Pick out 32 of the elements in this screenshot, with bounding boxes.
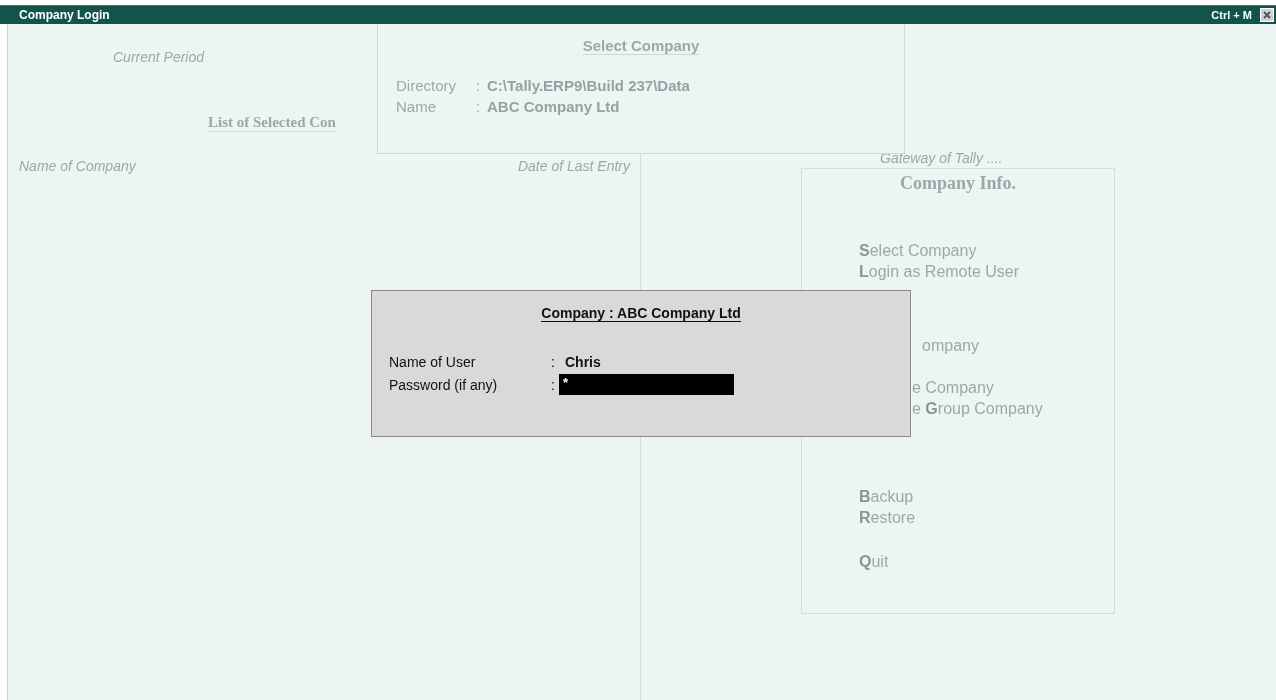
column-heading: Name of Company [19,158,136,174]
panel-title: Select Company [582,37,700,55]
field-label: Directory [396,77,457,94]
menu-item[interactable]: Restore [859,507,916,528]
gateway-title: Gateway of Tally .... [880,150,1003,166]
colon: : [476,77,481,94]
window-title: Company Login [19,8,110,22]
colon: : [551,354,556,370]
menu-item[interactable]: Quit [859,551,889,572]
field-label: Name [396,98,437,115]
menu-item[interactable]: e Company [912,377,994,398]
field-value: C:\Tally.ERP9\Build 237\Data [487,77,690,94]
list-heading: List of Selected Con [208,114,336,132]
menu-item[interactable]: Login as Remote User [859,261,1020,282]
colon: : [551,376,556,393]
menu-item[interactable]: ompany [922,335,979,356]
field-label: Name of User [389,354,477,370]
close-button[interactable] [1260,8,1274,22]
column-heading: Date of Last Entry [517,158,630,174]
menu-item[interactable]: Select Company [859,240,977,261]
colon: : [476,98,481,115]
menu-item[interactable]: Backup [859,486,914,507]
current-period-label: Current Period [113,49,206,65]
dialog-title: Company : ABC Company Ltd [541,305,741,322]
user-name-value: Chris [565,354,601,370]
close-icon [1262,10,1272,20]
field-value: ABC Company Ltd [487,98,620,115]
password-field[interactable]: * [559,374,734,395]
field-label: Password (if any) [389,376,499,393]
menu-item[interactable]: e Group Company [912,398,1043,419]
menu-title: Company Info. [900,173,1016,194]
shortcut-label: Ctrl + M [1211,9,1252,21]
